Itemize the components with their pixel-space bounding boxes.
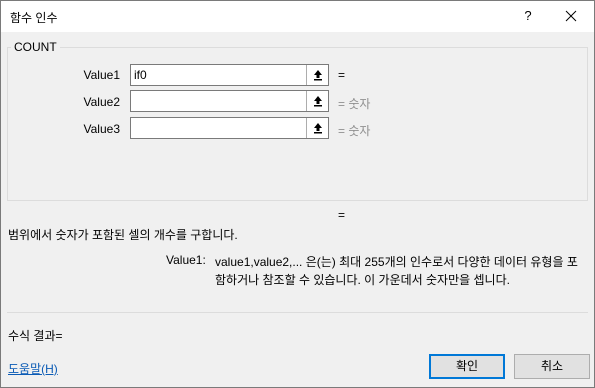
cancel-button[interactable]: 취소 (514, 354, 590, 379)
param-name: Value1: (166, 253, 206, 267)
collapse-button-value3[interactable] (306, 118, 328, 138)
arg-result-value1: = (338, 68, 346, 82)
divider (7, 312, 588, 313)
arg-label-value1: Value1 (83, 68, 120, 82)
function-name: COUNT (11, 40, 60, 54)
collapse-button-value1[interactable] (306, 65, 328, 85)
function-result: = (338, 208, 346, 222)
arg-input-value3[interactable] (131, 118, 305, 138)
arg-input-value1[interactable] (131, 65, 305, 85)
dialog-title: 함수 인수 (10, 11, 58, 25)
title-bar: 함수 인수 ? (1, 1, 594, 32)
collapse-dialog-icon (313, 96, 322, 107)
function-description: 범위에서 숫자가 포함된 셀의 개수를 구합니다. (8, 228, 238, 242)
collapse-dialog-icon (313, 123, 322, 134)
arg-field-value1[interactable] (130, 64, 329, 86)
help-link[interactable]: 도움말(H) (8, 360, 58, 377)
arg-label-value2: Value2 (83, 95, 120, 109)
function-arguments-dialog: 함수 인수 ? COUNT Value1 = Value2 (0, 0, 595, 388)
help-button[interactable]: ? (517, 4, 539, 28)
arg-field-value3[interactable] (130, 117, 329, 139)
formula-result: 수식 결과= (8, 329, 63, 343)
arg-label-value3: Value3 (83, 122, 120, 136)
collapse-dialog-icon (313, 70, 322, 81)
arg-result-value2: = 숫자 (338, 97, 371, 111)
close-button[interactable] (558, 4, 584, 28)
arg-result-value3: = 숫자 (338, 124, 371, 138)
arg-field-value2[interactable] (130, 90, 329, 112)
param-description: value1,value2,... 은(는) 최대 255개의 인수로서 다양한… (215, 255, 578, 287)
arg-input-value2[interactable] (131, 91, 305, 111)
collapse-button-value2[interactable] (306, 91, 328, 111)
close-icon (565, 10, 577, 22)
ok-button[interactable]: 확인 (429, 354, 505, 379)
